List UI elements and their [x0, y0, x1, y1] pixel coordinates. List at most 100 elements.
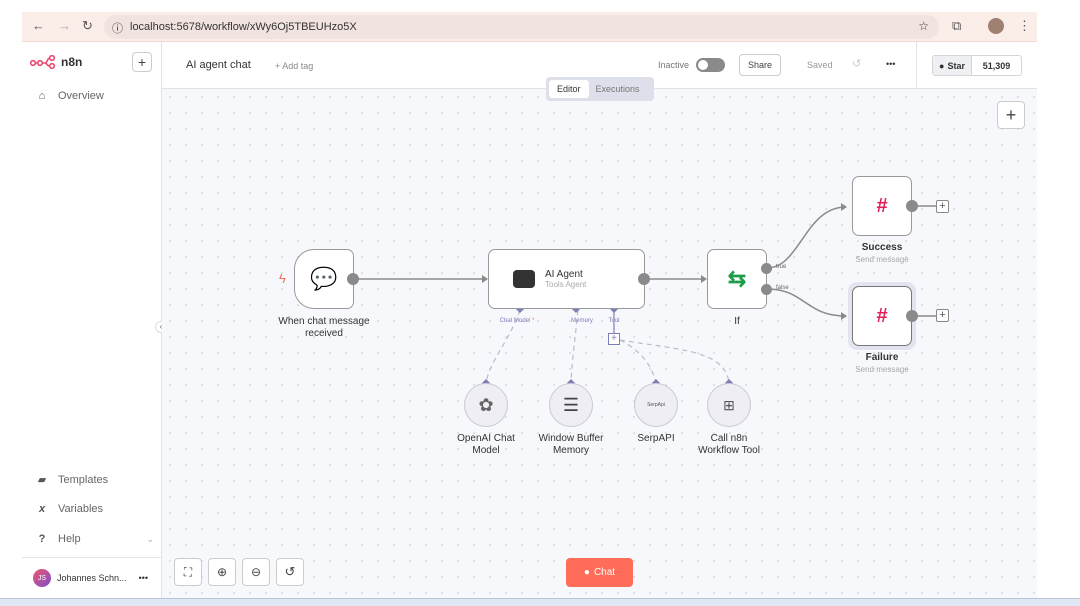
logo-text: n8n	[61, 55, 83, 69]
node-if[interactable]: ⇆	[707, 249, 767, 309]
saved-status: Saved	[807, 60, 833, 70]
output-handle[interactable]	[638, 273, 650, 285]
sidebar-item-label: Variables	[58, 503, 104, 515]
history-icon[interactable]: ↺	[852, 57, 861, 70]
output-handle[interactable]	[906, 200, 918, 212]
n8n-logo-icon	[30, 55, 56, 69]
node-label: SerpAPI	[637, 433, 675, 444]
taskbar	[0, 598, 1080, 606]
add-button[interactable]: +	[132, 52, 152, 72]
port-tool: Tool	[608, 318, 620, 324]
extensions-icon[interactable]: ⧉	[952, 18, 961, 34]
node-openai-chat-model[interactable]: ✿	[464, 383, 508, 427]
browser-toolbar: ← → ↻ ⓘ localhost:5678/workflow/xWy6Oj5T…	[22, 12, 1037, 42]
signpost-icon: ⇆	[727, 266, 747, 291]
logo[interactable]: n8n	[30, 55, 82, 69]
sidebar-item-label: Overview	[58, 90, 104, 102]
reload-icon[interactable]: ↻	[82, 18, 93, 34]
fit-view-button[interactable]: ⛶	[174, 558, 202, 586]
url-text: localhost:5678/workflow/xWy6Oj5TBEUHzo5X	[130, 21, 357, 33]
forward-icon[interactable]: →	[58, 18, 71, 33]
home-icon: ⌂	[38, 90, 46, 102]
node-window-buffer-memory[interactable]: ☰	[549, 383, 593, 427]
output-handle[interactable]	[906, 310, 918, 322]
info-icon: ⓘ	[112, 23, 123, 35]
sidebar: n8n + ⌂ Overview ▰ Templates x Variables ? H…	[22, 42, 167, 598]
star-bookmark-icon[interactable]: ☆	[918, 19, 929, 33]
star-count: 51,309	[982, 60, 1011, 71]
trigger-bolt-icon: ϟ	[279, 271, 286, 286]
user-menu[interactable]: JS Johannes Schn... •••	[33, 569, 148, 587]
node-subtitle: Tools Agent	[545, 280, 587, 289]
true-output-handle[interactable]	[761, 263, 772, 274]
node-call-workflow-tool[interactable]: ⊞	[707, 383, 751, 427]
node-subtitle: Send message	[855, 365, 909, 374]
serpapi-logo: SerpApi	[647, 402, 665, 408]
sidebar-item-label: Templates	[58, 473, 109, 486]
chat-button[interactable]: ● Chat	[566, 558, 633, 587]
user-name: Johannes Schn...	[57, 573, 127, 583]
avatar: JS	[33, 569, 51, 587]
node-ai-agent[interactable]: AI Agent Tools Agent	[488, 249, 645, 309]
node-label: Call n8n Workflow Tool	[698, 433, 760, 456]
github-star-button[interactable]: ● Star 51,309	[932, 55, 1022, 76]
box-icon: ▰	[37, 474, 47, 486]
node-label: Success	[861, 242, 903, 253]
openai-icon: ✿	[478, 394, 494, 415]
tab-editor[interactable]: Editor	[549, 80, 589, 98]
node-title: AI Agent	[545, 269, 583, 280]
sidebar-item-templates[interactable]: ▰ Templates	[36, 473, 109, 487]
sidebar-item-overview[interactable]: ⌂ Overview	[36, 90, 104, 102]
menu-icon[interactable]: ⋮	[1018, 18, 1031, 34]
more-icon[interactable]: •••	[139, 573, 148, 583]
robot-icon	[513, 270, 535, 288]
tab-executions[interactable]: Executions	[591, 80, 645, 98]
profile-avatar[interactable]	[988, 18, 1004, 34]
share-button[interactable]: Share	[739, 54, 781, 76]
add-next-node-button[interactable]: +	[936, 200, 949, 213]
star-label: Star	[947, 60, 965, 71]
port-chat-model: Chat Model *	[499, 318, 535, 324]
address-bar[interactable]: ⓘ localhost:5678/workflow/xWy6Oj5TBEUHzo…	[104, 15, 939, 39]
node-success[interactable]: #	[852, 176, 912, 236]
more-options-icon[interactable]: •••	[886, 59, 895, 69]
chat-label: Chat	[593, 567, 616, 578]
question-icon: ?	[38, 533, 46, 545]
output-handle[interactable]	[347, 273, 359, 285]
back-icon[interactable]: ←	[32, 18, 45, 33]
zoom-out-button[interactable]: ⊖	[242, 558, 270, 586]
node-label: Failure	[865, 352, 899, 363]
node-failure[interactable]: #	[852, 286, 912, 346]
chevron-down-icon: ⌄	[146, 533, 154, 544]
active-toggle[interactable]	[696, 58, 725, 72]
slack-icon: #	[876, 194, 888, 217]
node-chat-trigger[interactable]: 💬	[294, 249, 354, 309]
sidebar-item-label: Help	[58, 533, 81, 545]
node-label: Window Buffer Memory	[538, 433, 604, 456]
chat-icon: ●	[583, 567, 590, 578]
node-serpapi[interactable]: SerpApi	[634, 383, 678, 427]
undo-icon: ↺	[284, 564, 296, 579]
node-label: OpenAI Chat Model	[457, 433, 515, 456]
database-icon: ☰	[562, 394, 580, 415]
workflow-title[interactable]: AI agent chat	[186, 59, 251, 71]
zoom-out-icon: ⊖	[250, 565, 262, 579]
add-tag-link[interactable]: + Add tag	[275, 61, 313, 71]
active-status-label: Inactive	[658, 60, 690, 70]
false-output-handle[interactable]	[761, 284, 772, 295]
false-label: false	[776, 285, 789, 291]
fullscreen-icon: ⛶	[183, 564, 193, 579]
view-tabs: Editor Executions	[546, 77, 654, 101]
node-subtitle: Send message	[855, 255, 909, 264]
add-next-node-button[interactable]: +	[936, 309, 949, 322]
chat-bubbles-icon: 💬	[310, 266, 338, 291]
add-node-button[interactable]: +	[997, 101, 1025, 129]
port-memory: Memory	[571, 318, 593, 324]
node-label: If	[734, 316, 740, 327]
add-tool-button[interactable]: +	[608, 333, 620, 345]
sidebar-item-help[interactable]: ? Help ⌄	[36, 533, 154, 545]
reset-zoom-button[interactable]: ↺	[276, 558, 304, 586]
sidebar-item-variables[interactable]: x Variables	[36, 503, 103, 515]
slack-icon: #	[876, 304, 888, 327]
zoom-in-button[interactable]: ⊕	[208, 558, 236, 586]
